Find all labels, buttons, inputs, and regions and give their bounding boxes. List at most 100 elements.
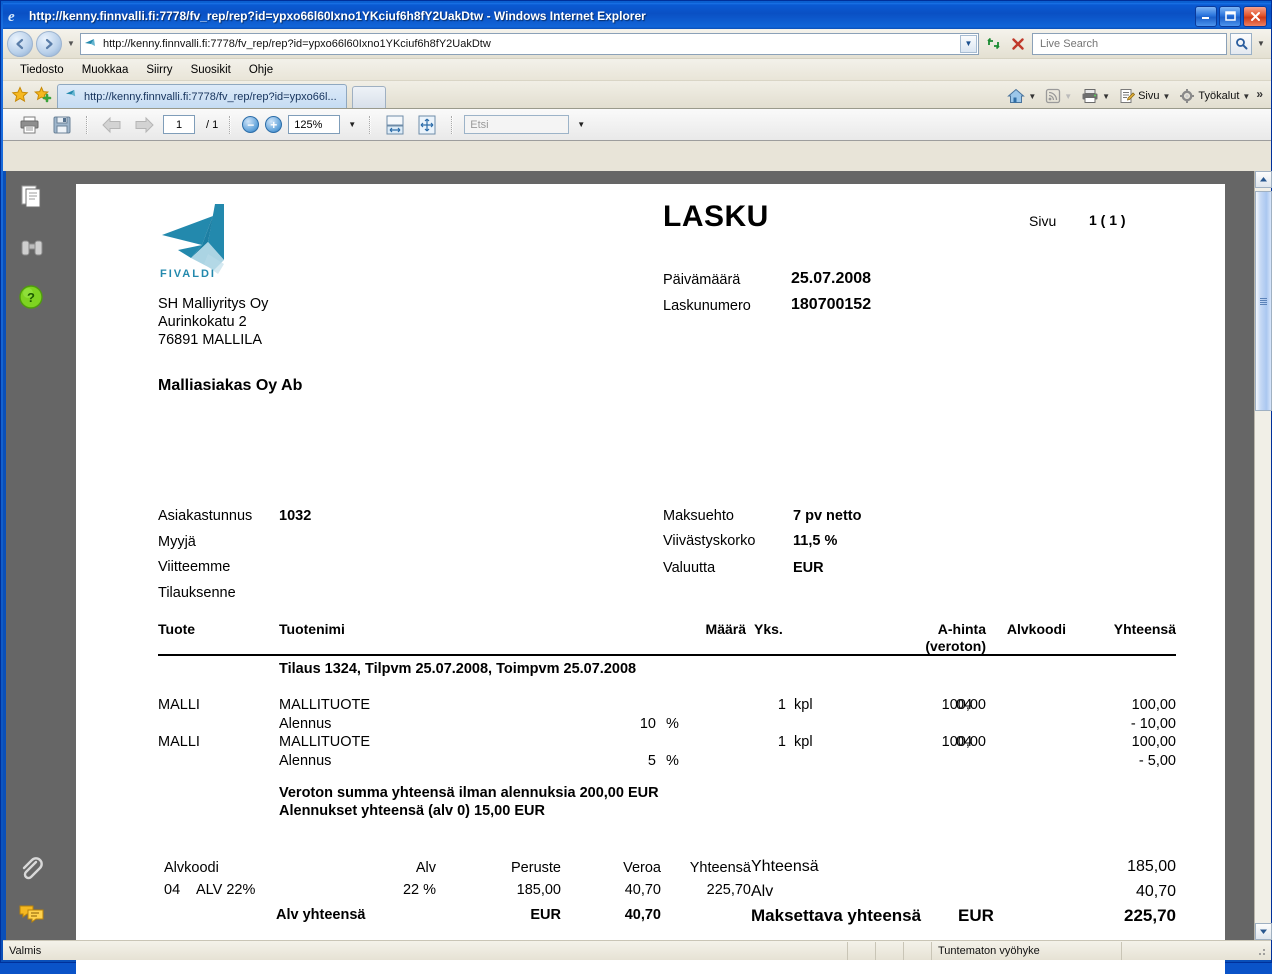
pdf-save-button[interactable] bbox=[49, 113, 75, 137]
stop-button[interactable] bbox=[1007, 33, 1029, 55]
resize-grip-icon[interactable] bbox=[1254, 943, 1268, 958]
invoice-document: FIVALDI SH Malliyritys Oy Aurinkokatu 2 … bbox=[76, 184, 1225, 974]
sender-line-3: 76891 MALLILA bbox=[158, 332, 262, 348]
pages-panel-icon[interactable] bbox=[18, 183, 46, 211]
close-button[interactable] bbox=[1243, 5, 1267, 27]
attachments-paperclip-icon[interactable] bbox=[18, 856, 46, 884]
status-cell-4 bbox=[1122, 942, 1202, 960]
zoom-caret-icon[interactable]: ▼ bbox=[346, 120, 358, 129]
search-go-button[interactable] bbox=[1230, 32, 1252, 55]
browser-tab-1[interactable]: http://kenny.finnvalli.fi:7778/fv_rep/re… bbox=[57, 84, 347, 108]
tab-bar: http://kenny.finnvalli.fi:7778/fv_rep/re… bbox=[3, 81, 1271, 109]
row-3-name: MALLITUOTE bbox=[279, 734, 371, 750]
home-caret-icon[interactable]: ▼ bbox=[1028, 92, 1036, 101]
viewer-vertical-scrollbar[interactable] bbox=[1254, 171, 1272, 940]
menu-item-siirry[interactable]: Siirry bbox=[137, 62, 181, 78]
back-button[interactable] bbox=[7, 30, 33, 57]
refresh-button[interactable] bbox=[982, 33, 1004, 55]
th-price-sub: (veroton) bbox=[925, 638, 986, 654]
pdf-page-number-input[interactable]: 1 bbox=[163, 115, 195, 134]
scroll-down-arrow-icon[interactable] bbox=[1255, 923, 1272, 940]
add-to-favorites-icon[interactable] bbox=[33, 86, 52, 104]
page-menu-label: Sivu bbox=[1138, 90, 1160, 102]
date-value: 25.07.2008 bbox=[791, 270, 872, 287]
th-product: Tuote bbox=[158, 621, 196, 637]
menu-item-suosikit[interactable]: Suosikit bbox=[182, 62, 240, 78]
total-value-2: 40,70 bbox=[1135, 883, 1176, 900]
status-cell-3 bbox=[904, 941, 932, 960]
help-icon[interactable]: ? bbox=[18, 284, 46, 312]
pdf-page: FIVALDI SH Malliyritys Oy Aurinkokatu 2 … bbox=[76, 184, 1225, 974]
toolbar-separator-3 bbox=[369, 115, 372, 134]
row-3-vatcode: 04 bbox=[956, 734, 973, 750]
pdf-find-input[interactable]: Etsi bbox=[464, 115, 570, 134]
your-order-label: Tilauksenne bbox=[158, 585, 236, 601]
search-input[interactable] bbox=[1038, 36, 1226, 51]
menu-item-muokkaa[interactable]: Muokkaa bbox=[73, 62, 138, 78]
pdf-prev-page-button[interactable] bbox=[99, 113, 125, 137]
find-caret-icon[interactable]: ▼ bbox=[575, 120, 587, 129]
menu-item-tiedosto[interactable]: Tiedosto bbox=[11, 62, 73, 78]
forward-button[interactable] bbox=[36, 30, 62, 57]
scrollbar-thumb[interactable] bbox=[1255, 191, 1272, 411]
zoom-out-button[interactable]: − bbox=[242, 116, 260, 133]
row-3-qty: 1 bbox=[777, 734, 786, 750]
fit-width-button[interactable] bbox=[382, 113, 408, 137]
url-dropdown-icon[interactable]: ▼ bbox=[960, 34, 977, 53]
sender-line-2: Aurinkokatu 2 bbox=[158, 314, 247, 330]
invoice-number-label: Laskunumero bbox=[663, 298, 751, 314]
page-caret-icon[interactable]: ▼ bbox=[1163, 92, 1171, 101]
row-2-name: Alennus bbox=[279, 716, 332, 732]
menu-bar: Tiedosto Muokkaa Siirry Suosikit Ohje bbox=[3, 59, 1271, 81]
vat-footer-label: Alv yhteensä bbox=[276, 907, 366, 923]
vat-footer-amount: 40,70 bbox=[624, 907, 661, 923]
site-favicon-icon bbox=[83, 37, 99, 51]
th-unit: Yks. bbox=[754, 621, 783, 637]
search-dropdown-icon[interactable]: ▼ bbox=[1255, 39, 1267, 48]
sender-line-1: SH Malliyritys Oy bbox=[158, 296, 269, 312]
feeds-button[interactable]: ▼ bbox=[1042, 87, 1075, 105]
zoom-level-select[interactable]: 125% bbox=[288, 115, 341, 134]
row-4-discount-pct: 5 bbox=[647, 753, 656, 769]
home-button[interactable]: ▼ bbox=[1004, 87, 1039, 105]
url-bar[interactable]: http://kenny.finnvalli.fi:7778/fv_rep/re… bbox=[80, 32, 979, 55]
menu-item-ohje[interactable]: Ohje bbox=[240, 62, 282, 78]
row-1-vatcode: 04 bbox=[956, 697, 973, 713]
scroll-up-arrow-icon[interactable] bbox=[1255, 171, 1272, 188]
new-tab-button[interactable] bbox=[352, 86, 386, 108]
status-cell-1 bbox=[848, 941, 876, 960]
row-1-total: 100,00 bbox=[1131, 697, 1176, 713]
row-4-name: Alennus bbox=[279, 753, 332, 769]
search-binoculars-icon[interactable] bbox=[18, 235, 46, 263]
row-2-discount-pct: 10 bbox=[639, 716, 656, 732]
tools-caret-icon[interactable]: ▼ bbox=[1242, 92, 1250, 101]
pdf-page-total: / 1 bbox=[206, 118, 219, 131]
minimize-button[interactable] bbox=[1195, 5, 1217, 27]
pdf-sidebar: ? bbox=[3, 171, 55, 940]
comments-icon[interactable] bbox=[18, 901, 46, 929]
row-2-discount-symbol: % bbox=[666, 716, 679, 732]
fit-page-button[interactable] bbox=[414, 113, 440, 137]
favorites-star-icon[interactable] bbox=[11, 86, 29, 104]
overflow-chevron-icon[interactable]: » bbox=[1256, 87, 1263, 101]
security-zone[interactable]: Tuntematon vyöhyke bbox=[932, 941, 1122, 960]
live-search-box[interactable] bbox=[1032, 32, 1227, 55]
pdf-print-button[interactable] bbox=[17, 113, 43, 137]
history-dropdown-icon[interactable]: ▼ bbox=[65, 39, 77, 48]
svg-text:e: e bbox=[8, 9, 15, 25]
tools-menu-button[interactable]: Työkalut ▼ bbox=[1176, 87, 1253, 105]
total-label-1: Yhteensä bbox=[751, 858, 819, 875]
zoom-in-button[interactable]: + bbox=[265, 116, 283, 133]
row-1-unit: kpl bbox=[794, 697, 813, 713]
recipient-name: Malliasiakas Oy Ab bbox=[158, 377, 303, 394]
print-caret-icon[interactable]: ▼ bbox=[1102, 92, 1110, 101]
page-value: 1 ( 1 ) bbox=[1089, 212, 1126, 228]
maximize-button[interactable] bbox=[1219, 5, 1241, 27]
ie-logo-icon: e bbox=[7, 7, 25, 25]
customer-id-value: 1032 bbox=[279, 508, 312, 524]
command-bar: ▼ ▼ ▼ Sivu ▼ Työkalut ▼ » bbox=[1004, 87, 1271, 108]
print-button[interactable]: ▼ bbox=[1078, 87, 1113, 105]
pdf-next-page-button[interactable] bbox=[131, 113, 157, 137]
vat-row-name: ALV 22% bbox=[196, 882, 256, 898]
page-menu-button[interactable]: Sivu ▼ bbox=[1116, 87, 1173, 105]
